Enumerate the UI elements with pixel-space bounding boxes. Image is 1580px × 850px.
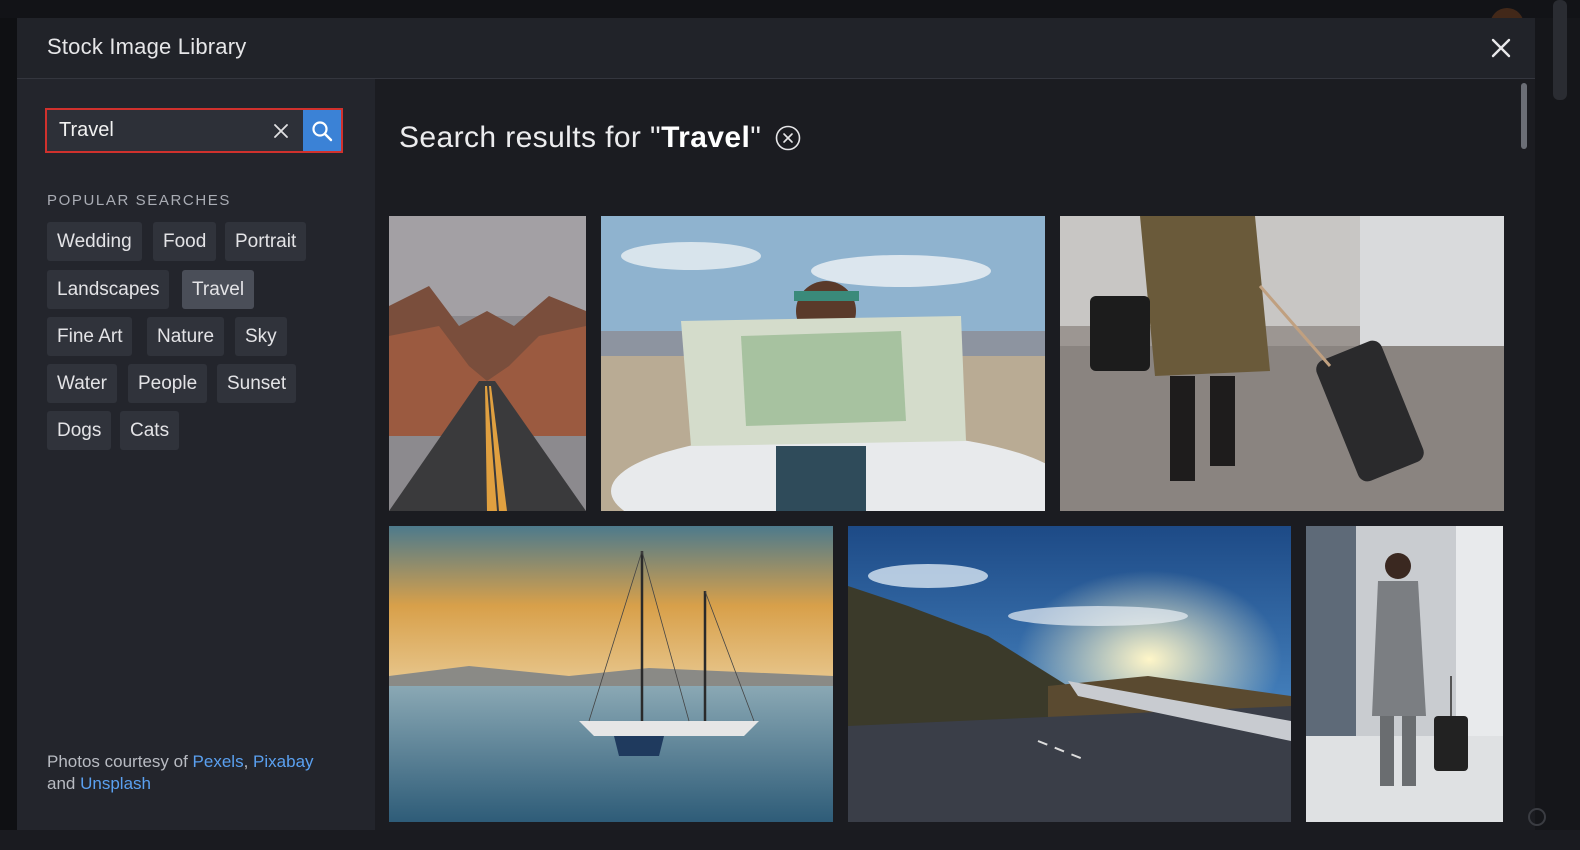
tag-water[interactable]: Water (47, 364, 117, 403)
dialog-title: Stock Image Library (47, 34, 247, 59)
close-button[interactable] (1487, 34, 1515, 62)
image-result-desert-road[interactable] (389, 216, 586, 511)
results-heading: Search results for " Travel " (399, 121, 801, 155)
clear-search-button[interactable] (775, 125, 801, 151)
image-result-businessman-airport[interactable] (1306, 526, 1503, 822)
popular-searches-heading: POPULAR SEARCHES (47, 192, 231, 209)
search-icon (312, 120, 333, 141)
image-result-woman-map[interactable] (601, 216, 1045, 511)
woman-map-image (601, 216, 1045, 511)
woman-luggage-image (1060, 216, 1504, 511)
stock-image-library-dialog: Stock Image Library POPULAR SEARCHES (17, 18, 1535, 830)
page-scrollbar[interactable] (1553, 0, 1567, 100)
results-query: Travel (661, 121, 751, 154)
desert-road-image (389, 216, 586, 511)
tag-wedding[interactable]: Wedding (47, 222, 142, 261)
app-background-side (1535, 18, 1580, 850)
search-button[interactable] (303, 110, 341, 151)
unsplash-link[interactable]: Unsplash (80, 774, 151, 793)
image-result-sailboats[interactable] (389, 526, 833, 822)
tag-food[interactable]: Food (153, 222, 217, 261)
app-background-bar (0, 0, 1580, 18)
tag-portrait[interactable]: Portrait (225, 222, 307, 261)
image-result-woman-luggage[interactable] (1060, 216, 1504, 511)
image-result-mountain-road[interactable] (848, 526, 1291, 822)
close-icon (1491, 38, 1511, 58)
app-background-footer (0, 830, 1580, 850)
close-circle-icon (775, 125, 801, 151)
sidebar: POPULAR SEARCHES Wedding Food Portrait L… (17, 79, 375, 830)
search-input[interactable] (47, 110, 259, 151)
mountain-road-image (848, 526, 1291, 822)
pixabay-link[interactable]: Pixabay (253, 752, 313, 771)
sailboats-image (389, 526, 833, 822)
results-prefix: Search results for " (399, 121, 662, 154)
tag-dogs[interactable]: Dogs (47, 411, 112, 450)
photo-credits: Photos courtesy of Pexels, Pixabay and U… (47, 751, 357, 795)
results-panel: Search results for " Travel " (375, 79, 1535, 830)
dialog-header: Stock Image Library (17, 18, 1535, 79)
results-suffix: " (750, 121, 762, 154)
corner-status-icon (1528, 808, 1546, 826)
credits-comma: , (243, 752, 249, 771)
search-box (45, 108, 343, 153)
tag-landscapes[interactable]: Landscapes (47, 270, 170, 309)
tag-travel[interactable]: Travel (182, 270, 255, 309)
pexels-link[interactable]: Pexels (193, 752, 244, 771)
credits-and: and (47, 774, 76, 793)
tag-people[interactable]: People (128, 364, 208, 403)
businessman-airport-image (1306, 526, 1503, 822)
search-clear-button[interactable] (259, 110, 303, 151)
close-icon (274, 123, 289, 138)
tag-cats[interactable]: Cats (120, 411, 180, 450)
tag-nature[interactable]: Nature (147, 317, 225, 356)
results-scrollbar[interactable] (1521, 83, 1527, 149)
tag-fine-art[interactable]: Fine Art (47, 317, 133, 356)
tag-sunset[interactable]: Sunset (217, 364, 297, 403)
tag-sky[interactable]: Sky (235, 317, 287, 356)
credits-prefix: Photos courtesy of (47, 752, 188, 771)
